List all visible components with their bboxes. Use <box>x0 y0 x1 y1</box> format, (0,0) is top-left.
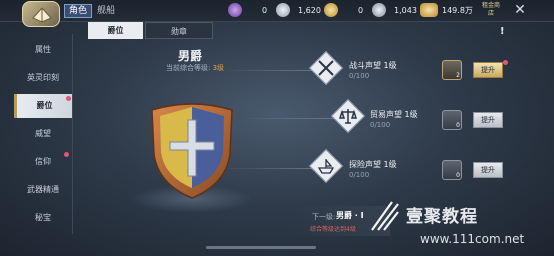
resource-gold-coin: 0 <box>358 6 364 15</box>
shop-button[interactable]: 租金商店 <box>482 2 500 20</box>
watermark-logo-icon <box>371 201 399 231</box>
resource-silver-coin: 1,043 <box>394 6 417 15</box>
scales-icon <box>338 109 358 124</box>
row-divider <box>240 118 340 119</box>
crossed-swords-icon <box>318 60 334 76</box>
notification-dot <box>64 152 69 157</box>
rank-title: 男爵 <box>177 49 202 63</box>
upgrade-item-slot[interactable]: 2 <box>442 60 462 80</box>
sidebar-item-prestige[interactable]: 威望 <box>14 122 72 146</box>
tab-role[interactable]: 角色 <box>64 4 92 18</box>
silver-gem-icon <box>276 3 290 17</box>
notification-dot <box>66 96 71 101</box>
ship-emblem-icon <box>32 7 52 23</box>
reputation-name: 战斗声望 1级 <box>349 61 397 70</box>
rank-level: 当前综合等级: 3级 <box>130 63 260 73</box>
sidebar-item-rank[interactable]: 爵位 <box>14 94 72 118</box>
item-count: 2 <box>456 72 460 79</box>
next-level-requirement: 综合等级达到4级 <box>310 226 356 233</box>
watermark-text: 壹聚教程 <box>406 207 478 227</box>
reputation-progress: 0/100 <box>370 121 391 129</box>
shield-emblem-icon <box>151 103 233 199</box>
reputation-progress: 0/100 <box>349 72 370 80</box>
item-count: 0 <box>456 172 460 179</box>
upgrade-button[interactable]: 提升 <box>473 62 503 78</box>
gold-coin-icon <box>324 3 338 17</box>
upgrade-item-slot[interactable]: 0 <box>442 160 462 180</box>
row-divider <box>220 70 320 71</box>
upgrade-item-slot[interactable]: 0 <box>442 110 462 130</box>
resource-purple-gem: 0 <box>262 6 268 15</box>
reputation-progress: 0/100 <box>349 171 370 179</box>
gold-ingot-icon <box>420 3 438 17</box>
watermark-url: www.111com.net <box>420 232 525 246</box>
row-divider <box>220 168 320 169</box>
ship-icon <box>317 159 335 174</box>
info-icon[interactable]: ! <box>500 26 505 37</box>
notification-dot <box>503 60 508 65</box>
resource-gold-ingot: 149.8万 <box>442 6 473 15</box>
reputation-name: 贸易声望 1级 <box>370 110 418 119</box>
tab-badge[interactable]: 勋章 <box>145 22 213 39</box>
next-level-label: 下一级: <box>312 213 336 221</box>
sidebar: 属性 英灵印刻 爵位 威望 信仰 武器精通 秘宝 <box>14 30 72 240</box>
item-count: 0 <box>456 122 460 129</box>
resource-silver-gem: 1,620 <box>298 6 321 15</box>
tab-rank[interactable]: 爵位 <box>88 22 143 39</box>
tab-ship[interactable]: 舰船 <box>97 4 115 18</box>
upgrade-button[interactable]: 提升 <box>473 112 503 128</box>
upgrade-button[interactable]: 提升 <box>473 162 503 178</box>
purple-gem-icon <box>228 3 242 17</box>
reputation-name: 探险声望 1级 <box>349 160 397 169</box>
close-icon[interactable]: ✕ <box>512 2 528 18</box>
silver-coin-icon <box>372 3 386 17</box>
sidebar-item-weapon-mastery[interactable]: 武器精通 <box>14 178 72 202</box>
sidebar-item-attributes[interactable]: 属性 <box>14 38 72 62</box>
sidebar-item-hero-imprint[interactable]: 英灵印刻 <box>14 66 72 90</box>
avatar[interactable] <box>22 1 60 27</box>
sidebar-item-treasure[interactable]: 秘宝 <box>14 206 72 230</box>
next-level-value: 男爵 · I <box>336 211 364 220</box>
home-indicator[interactable] <box>206 246 316 249</box>
rank-level-label: 当前综合等级: <box>165 64 211 72</box>
sidebar-divider <box>72 34 73 234</box>
